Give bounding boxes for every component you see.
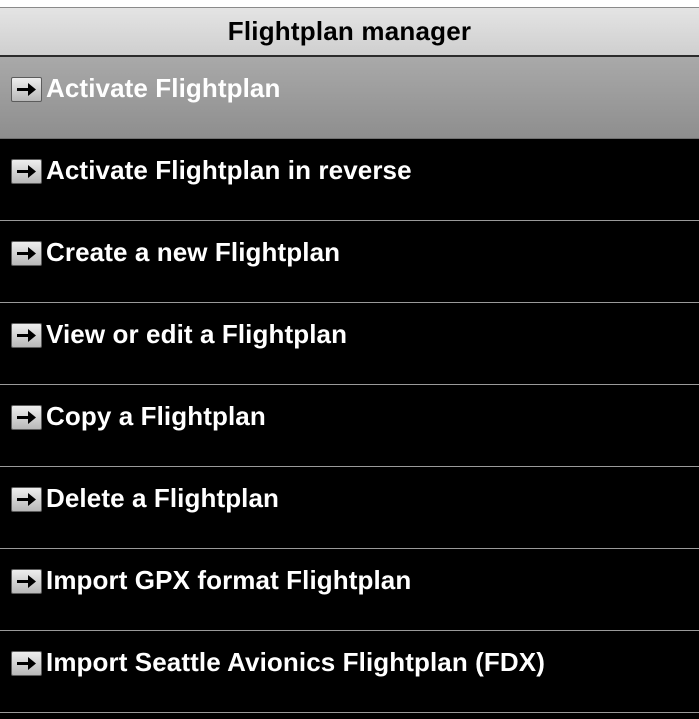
menu-item-import-fdx[interactable]: Import Seattle Avionics Flightplan (FDX) xyxy=(0,631,699,713)
arrow-right-icon xyxy=(11,77,42,102)
title-bar: Flightplan manager xyxy=(0,7,699,57)
menu-item-label: View or edit a Flightplan xyxy=(46,319,348,349)
menu-item-import-gpx[interactable]: Import GPX format Flightplan xyxy=(0,549,699,631)
menu-item-label: Delete a Flightplan xyxy=(46,483,280,513)
menu-item-label: Activate Flightplan xyxy=(46,73,281,103)
menu-item-label: Create a new Flightplan xyxy=(46,237,341,267)
menu-item-label: Import Seattle Avionics Flightplan (FDX) xyxy=(46,647,545,677)
menu-item-delete-flightplan[interactable]: Delete a Flightplan xyxy=(0,467,699,549)
arrow-right-icon xyxy=(11,569,42,594)
arrow-right-icon xyxy=(11,241,42,266)
menu-item-view-edit-flightplan[interactable]: View or edit a Flightplan xyxy=(0,303,699,385)
menu-item-label: Import GPX format Flightplan xyxy=(46,565,412,595)
menu-item-activate-flightplan-reverse[interactable]: Activate Flightplan in reverse xyxy=(0,139,699,221)
menu-item-label: Activate Flightplan in reverse xyxy=(46,155,412,185)
menu-item-copy-flightplan[interactable]: Copy a Flightplan xyxy=(0,385,699,467)
page-title: Flightplan manager xyxy=(227,16,472,46)
arrow-right-icon xyxy=(11,405,42,430)
top-edge xyxy=(0,0,699,7)
arrow-right-icon xyxy=(11,159,42,184)
flightplan-manager-screen: Flightplan manager Activate Flightplan A… xyxy=(0,0,699,719)
arrow-right-icon xyxy=(11,651,42,676)
menu-item-label: Copy a Flightplan xyxy=(46,401,266,431)
arrow-right-icon xyxy=(11,323,42,348)
menu-list: Activate Flightplan Activate Flightplan … xyxy=(0,57,699,713)
menu-item-create-flightplan[interactable]: Create a new Flightplan xyxy=(0,221,699,303)
arrow-right-icon xyxy=(11,487,42,512)
menu-item-activate-flightplan[interactable]: Activate Flightplan xyxy=(0,57,699,139)
